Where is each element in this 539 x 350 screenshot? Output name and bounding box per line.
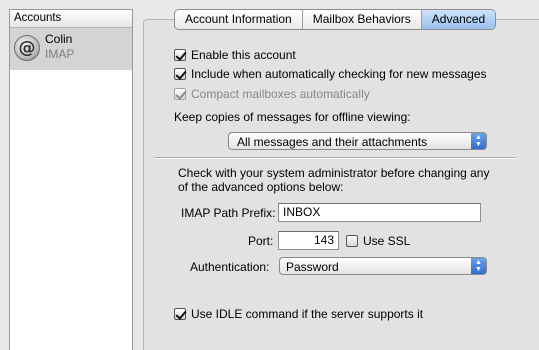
section-divider	[155, 157, 515, 159]
account-type: IMAP	[45, 47, 75, 61]
at-sign-icon: @	[14, 35, 40, 61]
imap-path-field[interactable]: INBOX	[278, 203, 481, 222]
use-idle-checkbox[interactable]	[174, 308, 186, 320]
tab-bar: Account Information Mailbox Behaviors Ad…	[174, 9, 497, 30]
enable-account-label: Enable this account	[191, 48, 296, 62]
advanced-note: Check with your system administrator bef…	[178, 166, 490, 194]
compact-mailboxes-checkbox[interactable]	[174, 88, 186, 100]
authentication-popup[interactable]: Password ▲ ▼	[279, 257, 487, 275]
tab-advanced[interactable]: Advanced	[421, 10, 496, 29]
imap-path-label: IMAP Path Prefix:	[181, 206, 276, 220]
tab-account-information[interactable]: Account Information	[175, 10, 303, 29]
keep-copies-label: Keep copies of messages for offline view…	[174, 110, 411, 124]
up-down-arrows-icon: ▲ ▼	[471, 258, 486, 274]
authentication-label: Authentication:	[190, 260, 270, 274]
account-name: Colin	[45, 32, 73, 46]
tab-mailbox-behaviors[interactable]: Mailbox Behaviors	[303, 10, 422, 29]
account-list-item[interactable]: @ Colin IMAP	[10, 28, 132, 70]
compact-mailboxes-label: Compact mailboxes automatically	[191, 87, 370, 101]
include-checking-label: Include when automatically checking for …	[191, 67, 487, 81]
port-field[interactable]: 143	[278, 231, 339, 250]
accounts-header: Accounts	[10, 10, 132, 28]
keep-copies-value: All messages and their attachments	[237, 135, 428, 149]
enable-account-checkbox[interactable]	[174, 49, 186, 61]
accounts-sidebar: Accounts @ Colin IMAP	[9, 9, 133, 350]
use-ssl-label: Use SSL	[363, 234, 411, 248]
use-idle-label: Use IDLE command if the server supports …	[191, 307, 424, 321]
authentication-value: Password	[286, 260, 339, 274]
use-ssl-checkbox[interactable]	[346, 235, 358, 247]
include-checking-checkbox[interactable]	[174, 68, 186, 80]
keep-copies-popup[interactable]: All messages and their attachments ▲ ▼	[228, 132, 487, 150]
up-down-arrows-icon: ▲ ▼	[471, 133, 486, 149]
port-label: Port:	[248, 234, 274, 248]
